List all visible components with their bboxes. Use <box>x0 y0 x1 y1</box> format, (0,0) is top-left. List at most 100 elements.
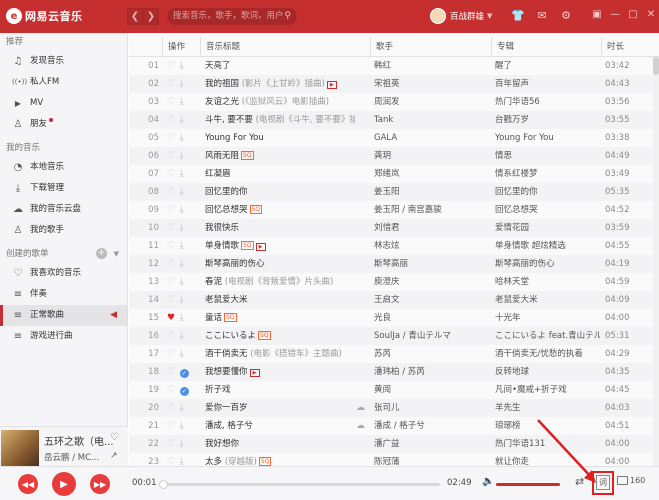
scroll-thumb[interactable] <box>653 57 659 75</box>
song-artist[interactable]: 光良 <box>374 309 492 327</box>
table-row[interactable]: 04♡ ⤓斗牛, 要不要 (电视剧《斗牛, 要不要》插曲)Tank台戳万岁03:… <box>129 111 659 129</box>
song-title[interactable]: Young For You <box>205 129 355 147</box>
song-artist[interactable]: 龚玥 <box>374 147 492 165</box>
heart-icon[interactable]: ♡ <box>167 421 175 431</box>
download-icon[interactable]: ⤓ <box>180 223 184 233</box>
table-row[interactable]: 06 ♡ ⤓ 风雨无阻 SQ 龚玥 情思 04:49 <box>129 147 659 165</box>
share-icon[interactable]: ↗ <box>110 451 118 461</box>
heart-icon[interactable]: ♡ <box>167 61 175 71</box>
song-title[interactable]: 春泥 (电视剧《背叛爱情》片头曲) <box>205 273 355 291</box>
table-row[interactable]: 10 ♡ ⤓ 我很快乐 刘惜君 爱情花园 03:59 <box>129 219 659 237</box>
song-album[interactable]: 回忆总想哭 <box>495 201 600 219</box>
user-menu[interactable]: 百战群雄 ▼ <box>430 8 492 24</box>
song-title[interactable]: 潘成, 格子兮 <box>205 417 355 435</box>
heart-icon[interactable]: ♡ <box>167 385 175 395</box>
heart-icon[interactable]: ♡ <box>167 259 175 269</box>
mail-icon[interactable]: ✉ <box>530 9 554 22</box>
previous-button[interactable]: ◀◀ <box>18 474 38 494</box>
download-icon[interactable]: ⤓ <box>180 133 184 143</box>
download-icon[interactable]: ⤓ <box>180 295 184 305</box>
song-album[interactable]: 老鼠爱大米 <box>495 291 600 309</box>
download-icon[interactable]: ⤓ <box>180 403 184 413</box>
sidebar-item-liked[interactable]: ♡ 我喜欢的音乐 <box>0 263 127 284</box>
song-title[interactable]: 回忆总想哭 SQ <box>205 201 355 219</box>
shuffle-icon[interactable]: ⇄ <box>575 475 584 488</box>
chevron-down-icon[interactable]: ▼ <box>487 12 492 20</box>
next-button[interactable]: ▶▶ <box>90 474 110 494</box>
song-artist[interactable]: 姜玉阳 / 南宫嘉骏 <box>374 201 492 219</box>
now-playing-artist[interactable]: 岳云鹏 / MC... <box>44 451 99 463</box>
song-title[interactable]: ここにいるよ SQ <box>205 327 355 345</box>
now-playing-title[interactable]: 五环之歌（电... <box>44 433 114 448</box>
song-album[interactable]: 百年留声 <box>495 75 600 93</box>
maximize-icon[interactable]: □ <box>624 9 642 20</box>
progress-bar[interactable] <box>158 480 440 489</box>
download-icon[interactable]: ⤓ <box>180 79 184 89</box>
song-title[interactable]: 友谊之光 (《监狱风云》电影插曲) <box>205 93 355 111</box>
heart-icon[interactable]: ♡ <box>167 331 175 341</box>
song-artist[interactable]: SoulJa / 青山テルマ <box>374 327 492 345</box>
heart-icon[interactable]: ♡ <box>167 97 175 107</box>
scrollbar[interactable] <box>653 57 659 466</box>
heart-icon[interactable]: ♡ <box>167 349 175 359</box>
song-title[interactable]: 单身情歌 SQ ▶ <box>205 237 355 255</box>
download-icon[interactable]: ⤓ <box>180 169 184 179</box>
table-row[interactable]: 19 ♡ ✓ 折子戏 黄阅 凡间•魔戒+折子戏 04:45 <box>129 381 659 399</box>
song-album[interactable]: 就让你走 <box>495 453 600 466</box>
sidebar-item-mv[interactable]: ▶ MV <box>0 93 127 114</box>
heart-icon[interactable]: ♡ <box>167 439 175 449</box>
table-row[interactable]: 17 ♡ ⤓ 酒干倘卖无 (电影《搭错车》主题曲) 苏芮 酒干倘卖无/忧愁的执着 04:2… <box>129 345 659 363</box>
song-album[interactable]: ここにいるよ feat.青山テル <box>495 327 600 345</box>
song-title[interactable]: 回忆里的你 <box>205 183 355 201</box>
download-icon[interactable]: ⤓ <box>180 421 184 431</box>
song-album[interactable]: 回忆里的你 <box>495 183 600 201</box>
search-icon[interactable]: ⚲ <box>284 8 291 25</box>
song-artist[interactable]: 潘玮柏 / 苏芮 <box>374 363 492 381</box>
song-artist[interactable]: 刘惜君 <box>374 219 492 237</box>
add-playlist-icon[interactable]: + <box>96 248 107 259</box>
sidebar-item-normal-songs[interactable]: ≡ 正常歌曲 ◀ <box>0 305 127 326</box>
table-row[interactable]: 02 ♡ ⤓ 我的祖国 (影片《上甘岭》插曲) ▶ 宋祖英 百年留声 04:43 <box>129 75 659 93</box>
sidebar-item-local-music[interactable]: ◔ 本地音乐 <box>0 157 127 178</box>
download-icon[interactable]: ⤓ <box>180 151 184 161</box>
heart-icon[interactable]: ♡ <box>167 277 175 287</box>
sidebar-item-cloud[interactable]: ☁ 我的音乐云盘 <box>0 199 127 220</box>
song-artist[interactable]: 庾澄庆 <box>374 273 492 291</box>
heart-icon[interactable]: ♡ <box>167 187 175 197</box>
table-row[interactable]: 12 ♡ ⤓ 斯琴高丽的伤心 斯琴高丽 斯琴高丽的伤心 04:19 <box>129 255 659 273</box>
song-artist[interactable]: 姜玉阳 <box>374 183 492 201</box>
heart-icon[interactable]: ♡ <box>167 457 175 466</box>
song-album[interactable]: 情系红楼梦 <box>495 165 600 183</box>
sidebar-item-downloads[interactable]: ⤓ 下载管理 <box>0 178 127 199</box>
song-artist[interactable]: 黄阅 <box>374 381 492 399</box>
heart-icon[interactable]: ♡ <box>167 223 175 233</box>
table-row[interactable]: 01 ♡ ⤓ 天亮了 韩红 醒了 03:42 <box>129 57 659 75</box>
song-title[interactable]: 我的祖国 (影片《上甘岭》插曲) ▶ <box>205 75 355 93</box>
song-artist[interactable]: 陈冠蒲 <box>374 453 492 466</box>
song-title[interactable]: 红凝眉 <box>205 165 355 183</box>
album-cover[interactable] <box>1 430 39 466</box>
heart-icon[interactable]: ♥ <box>167 313 175 323</box>
song-album[interactable]: 热门华语131 <box>495 435 600 453</box>
song-artist[interactable]: 张司儿 <box>374 399 492 417</box>
mini-mode-icon[interactable]: ▣ <box>588 9 606 20</box>
sidebar-item-game-march[interactable]: ≡ 游戏进行曲 <box>0 326 127 347</box>
song-artist[interactable]: 周润发 <box>374 93 492 111</box>
download-icon[interactable]: ⤓ <box>180 313 184 323</box>
play-button[interactable]: ▶ <box>52 472 76 496</box>
song-title[interactable]: 风雨无阻 SQ <box>205 147 355 165</box>
sidebar-item-friends[interactable]: ♙ 朋友 <box>0 114 127 135</box>
download-icon[interactable]: ⤓ <box>180 439 184 449</box>
heart-icon[interactable]: ♡ <box>167 115 175 125</box>
avatar[interactable] <box>430 8 446 24</box>
heart-icon[interactable]: ♡ <box>167 205 175 215</box>
sidebar-item-fm[interactable]: ((•)) 私人FM <box>0 72 127 93</box>
song-title[interactable]: 我很快乐 <box>205 219 355 237</box>
forward-icon[interactable]: ❯ <box>143 8 159 25</box>
progress-knob[interactable] <box>158 480 168 489</box>
heart-icon[interactable]: ♡ <box>167 295 175 305</box>
heart-icon[interactable]: ♡ <box>167 367 175 377</box>
mv-icon[interactable]: ▶ <box>255 243 266 251</box>
song-album[interactable]: 羊先生 <box>495 399 600 417</box>
table-row[interactable]: 03 ♡ ⤓ 友谊之光 (《监狱风云》电影插曲) 周润发 热门华语56 03:56 <box>129 93 659 111</box>
